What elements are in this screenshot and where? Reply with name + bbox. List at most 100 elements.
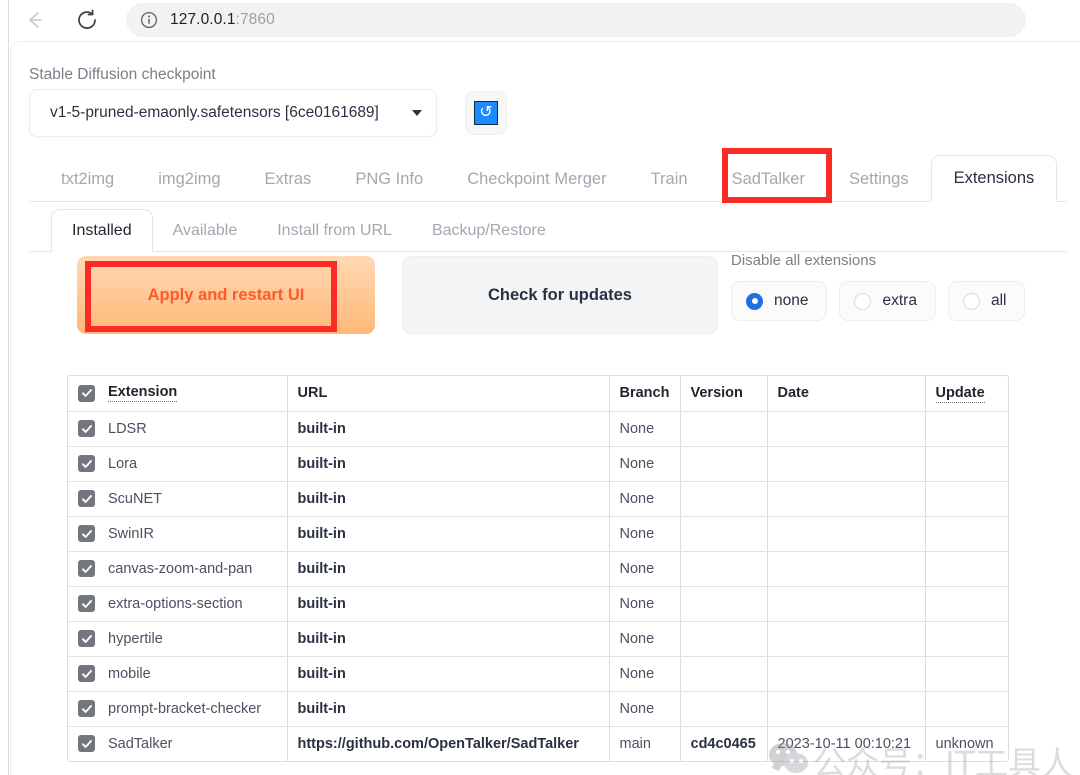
apply-and-restart-ui-button[interactable]: Apply and restart UI bbox=[77, 256, 375, 334]
table-row: hypertile built-in None bbox=[68, 621, 1008, 657]
column-header-update[interactable]: Update bbox=[925, 376, 1008, 412]
row-checkbox[interactable] bbox=[78, 665, 95, 682]
cell-update bbox=[925, 411, 1008, 447]
check-icon bbox=[81, 494, 92, 503]
subtab-available[interactable]: Available bbox=[153, 210, 258, 252]
extension-url: built-in bbox=[297, 560, 346, 577]
cell-date bbox=[767, 446, 926, 482]
tab-extras[interactable]: Extras bbox=[243, 156, 334, 202]
extension-url: built-in bbox=[297, 490, 346, 507]
cell-url[interactable]: https://github.com/OpenTalker/SadTalker bbox=[287, 726, 610, 761]
extensions-subtabbar: Installed Available Install from URL Bac… bbox=[29, 202, 1067, 252]
disable-all-extensions-label: Disable all extensions bbox=[731, 252, 877, 269]
row-checkbox[interactable] bbox=[78, 525, 95, 542]
row-checkbox[interactable] bbox=[78, 700, 95, 717]
radio-none[interactable]: none bbox=[731, 281, 828, 321]
tab-settings[interactable]: Settings bbox=[827, 156, 931, 202]
subtab-installed[interactable]: Installed bbox=[51, 209, 153, 252]
cell-update bbox=[925, 481, 1008, 517]
tab-txt2img[interactable]: txt2img bbox=[39, 156, 136, 202]
column-header-branch[interactable]: Branch bbox=[609, 376, 681, 412]
cell-extension: hypertile bbox=[68, 621, 288, 657]
cell-url[interactable]: built-in bbox=[287, 656, 610, 692]
column-header-label: URL bbox=[297, 385, 328, 402]
cell-url[interactable]: built-in bbox=[287, 621, 610, 657]
row-checkbox[interactable] bbox=[78, 630, 95, 647]
extension-url: built-in bbox=[297, 665, 346, 682]
cell-url[interactable]: built-in bbox=[287, 691, 610, 727]
cell-branch: None bbox=[609, 551, 681, 587]
cell-url[interactable]: built-in bbox=[287, 411, 610, 447]
row-checkbox[interactable] bbox=[78, 490, 95, 507]
row-checkbox[interactable] bbox=[78, 455, 95, 472]
select-all-checkbox[interactable] bbox=[78, 384, 95, 402]
main-tab-list: txt2img img2img Extras PNG Info Checkpoi… bbox=[39, 147, 1058, 202]
tab-png-info[interactable]: PNG Info bbox=[333, 156, 445, 202]
tab-checkpoint-merger[interactable]: Checkpoint Merger bbox=[445, 156, 628, 202]
column-header-version[interactable]: Version bbox=[680, 376, 768, 412]
subtab-label: Installed bbox=[72, 221, 132, 239]
checkpoint-value: v1-5-pruned-emaonly.safetensors [6ce0161… bbox=[50, 104, 379, 121]
subtab-backup-restore[interactable]: Backup/Restore bbox=[412, 210, 566, 252]
radio-dot-icon bbox=[854, 292, 872, 310]
row-checkbox[interactable] bbox=[78, 735, 95, 753]
cell-branch: main bbox=[609, 726, 681, 761]
cell-url[interactable]: built-in bbox=[287, 586, 610, 622]
cell-url[interactable]: built-in bbox=[287, 516, 610, 552]
address-bar-host: 127.0.0.1 bbox=[170, 11, 236, 28]
cell-update bbox=[925, 586, 1008, 622]
check-for-updates-button[interactable]: Check for updates bbox=[402, 256, 718, 334]
cell-version: cd4c0465 bbox=[680, 726, 768, 761]
address-bar[interactable]: 127.0.0.1:7860 bbox=[126, 3, 1026, 37]
refresh-checkpoints-button[interactable]: ↺ bbox=[465, 91, 507, 135]
table-header-row: Extension URL Branch Version Date Update bbox=[68, 376, 1008, 412]
table-row: prompt-bracket-checker built-in None bbox=[68, 691, 1008, 727]
cell-url[interactable]: built-in bbox=[287, 551, 610, 587]
row-checkbox[interactable] bbox=[78, 420, 95, 437]
cell-date bbox=[767, 481, 926, 517]
column-header-url[interactable]: URL bbox=[287, 376, 610, 412]
tab-img2img[interactable]: img2img bbox=[136, 156, 242, 202]
site-information-icon[interactable] bbox=[140, 11, 158, 29]
cell-branch: None bbox=[609, 446, 681, 482]
cell-extension: Lora bbox=[68, 446, 288, 482]
column-header-date[interactable]: Date bbox=[767, 376, 926, 412]
radio-label: none bbox=[774, 292, 809, 309]
cell-extension: SadTalker bbox=[68, 726, 288, 761]
tab-train[interactable]: Train bbox=[629, 156, 710, 202]
extension-name: SadTalker bbox=[108, 735, 173, 752]
cell-branch: None bbox=[609, 481, 681, 517]
extension-date: 2023-10-11 00:10:21 bbox=[777, 735, 912, 752]
installed-extensions-table: Extension URL Branch Version Date Update… bbox=[68, 376, 1008, 761]
subtab-install-from-url[interactable]: Install from URL bbox=[257, 210, 412, 252]
cell-update: unknown bbox=[925, 726, 1008, 761]
radio-extra[interactable]: extra bbox=[839, 281, 936, 321]
address-bar-port: :7860 bbox=[235, 11, 275, 28]
cell-extension: LDSR bbox=[68, 411, 288, 447]
check-icon bbox=[81, 424, 92, 433]
tab-extensions[interactable]: Extensions bbox=[930, 155, 1058, 202]
check-icon bbox=[81, 634, 92, 643]
row-checkbox[interactable] bbox=[78, 595, 95, 612]
checkpoint-dropdown[interactable]: v1-5-pruned-emaonly.safetensors [6ce0161… bbox=[29, 89, 437, 137]
reload-button[interactable] bbox=[70, 3, 104, 37]
row-checkbox[interactable] bbox=[78, 560, 95, 577]
back-button[interactable] bbox=[18, 3, 52, 37]
table-body: LDSR built-in None Lora built-in None ScuNET bu… bbox=[68, 411, 1008, 761]
cell-update bbox=[925, 691, 1008, 727]
tab-sadtalker[interactable]: SadTalker bbox=[710, 156, 827, 202]
extension-branch: None bbox=[619, 665, 655, 682]
extension-name: hypertile bbox=[108, 630, 163, 647]
cell-url[interactable]: built-in bbox=[287, 446, 610, 482]
cell-extension: canvas-zoom-and-pan bbox=[68, 551, 288, 587]
check-icon bbox=[81, 389, 92, 398]
column-header-extension[interactable]: Extension bbox=[68, 376, 288, 412]
extension-name: ScuNET bbox=[108, 490, 162, 507]
table-row: Lora built-in None bbox=[68, 446, 1008, 482]
table-row: SadTalker https://github.com/OpenTalker/S… bbox=[68, 726, 1008, 761]
check-icon bbox=[81, 669, 92, 678]
disable-all-radio-group: none extra all bbox=[731, 281, 1037, 321]
check-icon bbox=[81, 739, 92, 748]
cell-url[interactable]: built-in bbox=[287, 481, 610, 517]
radio-all[interactable]: all bbox=[947, 281, 1026, 321]
